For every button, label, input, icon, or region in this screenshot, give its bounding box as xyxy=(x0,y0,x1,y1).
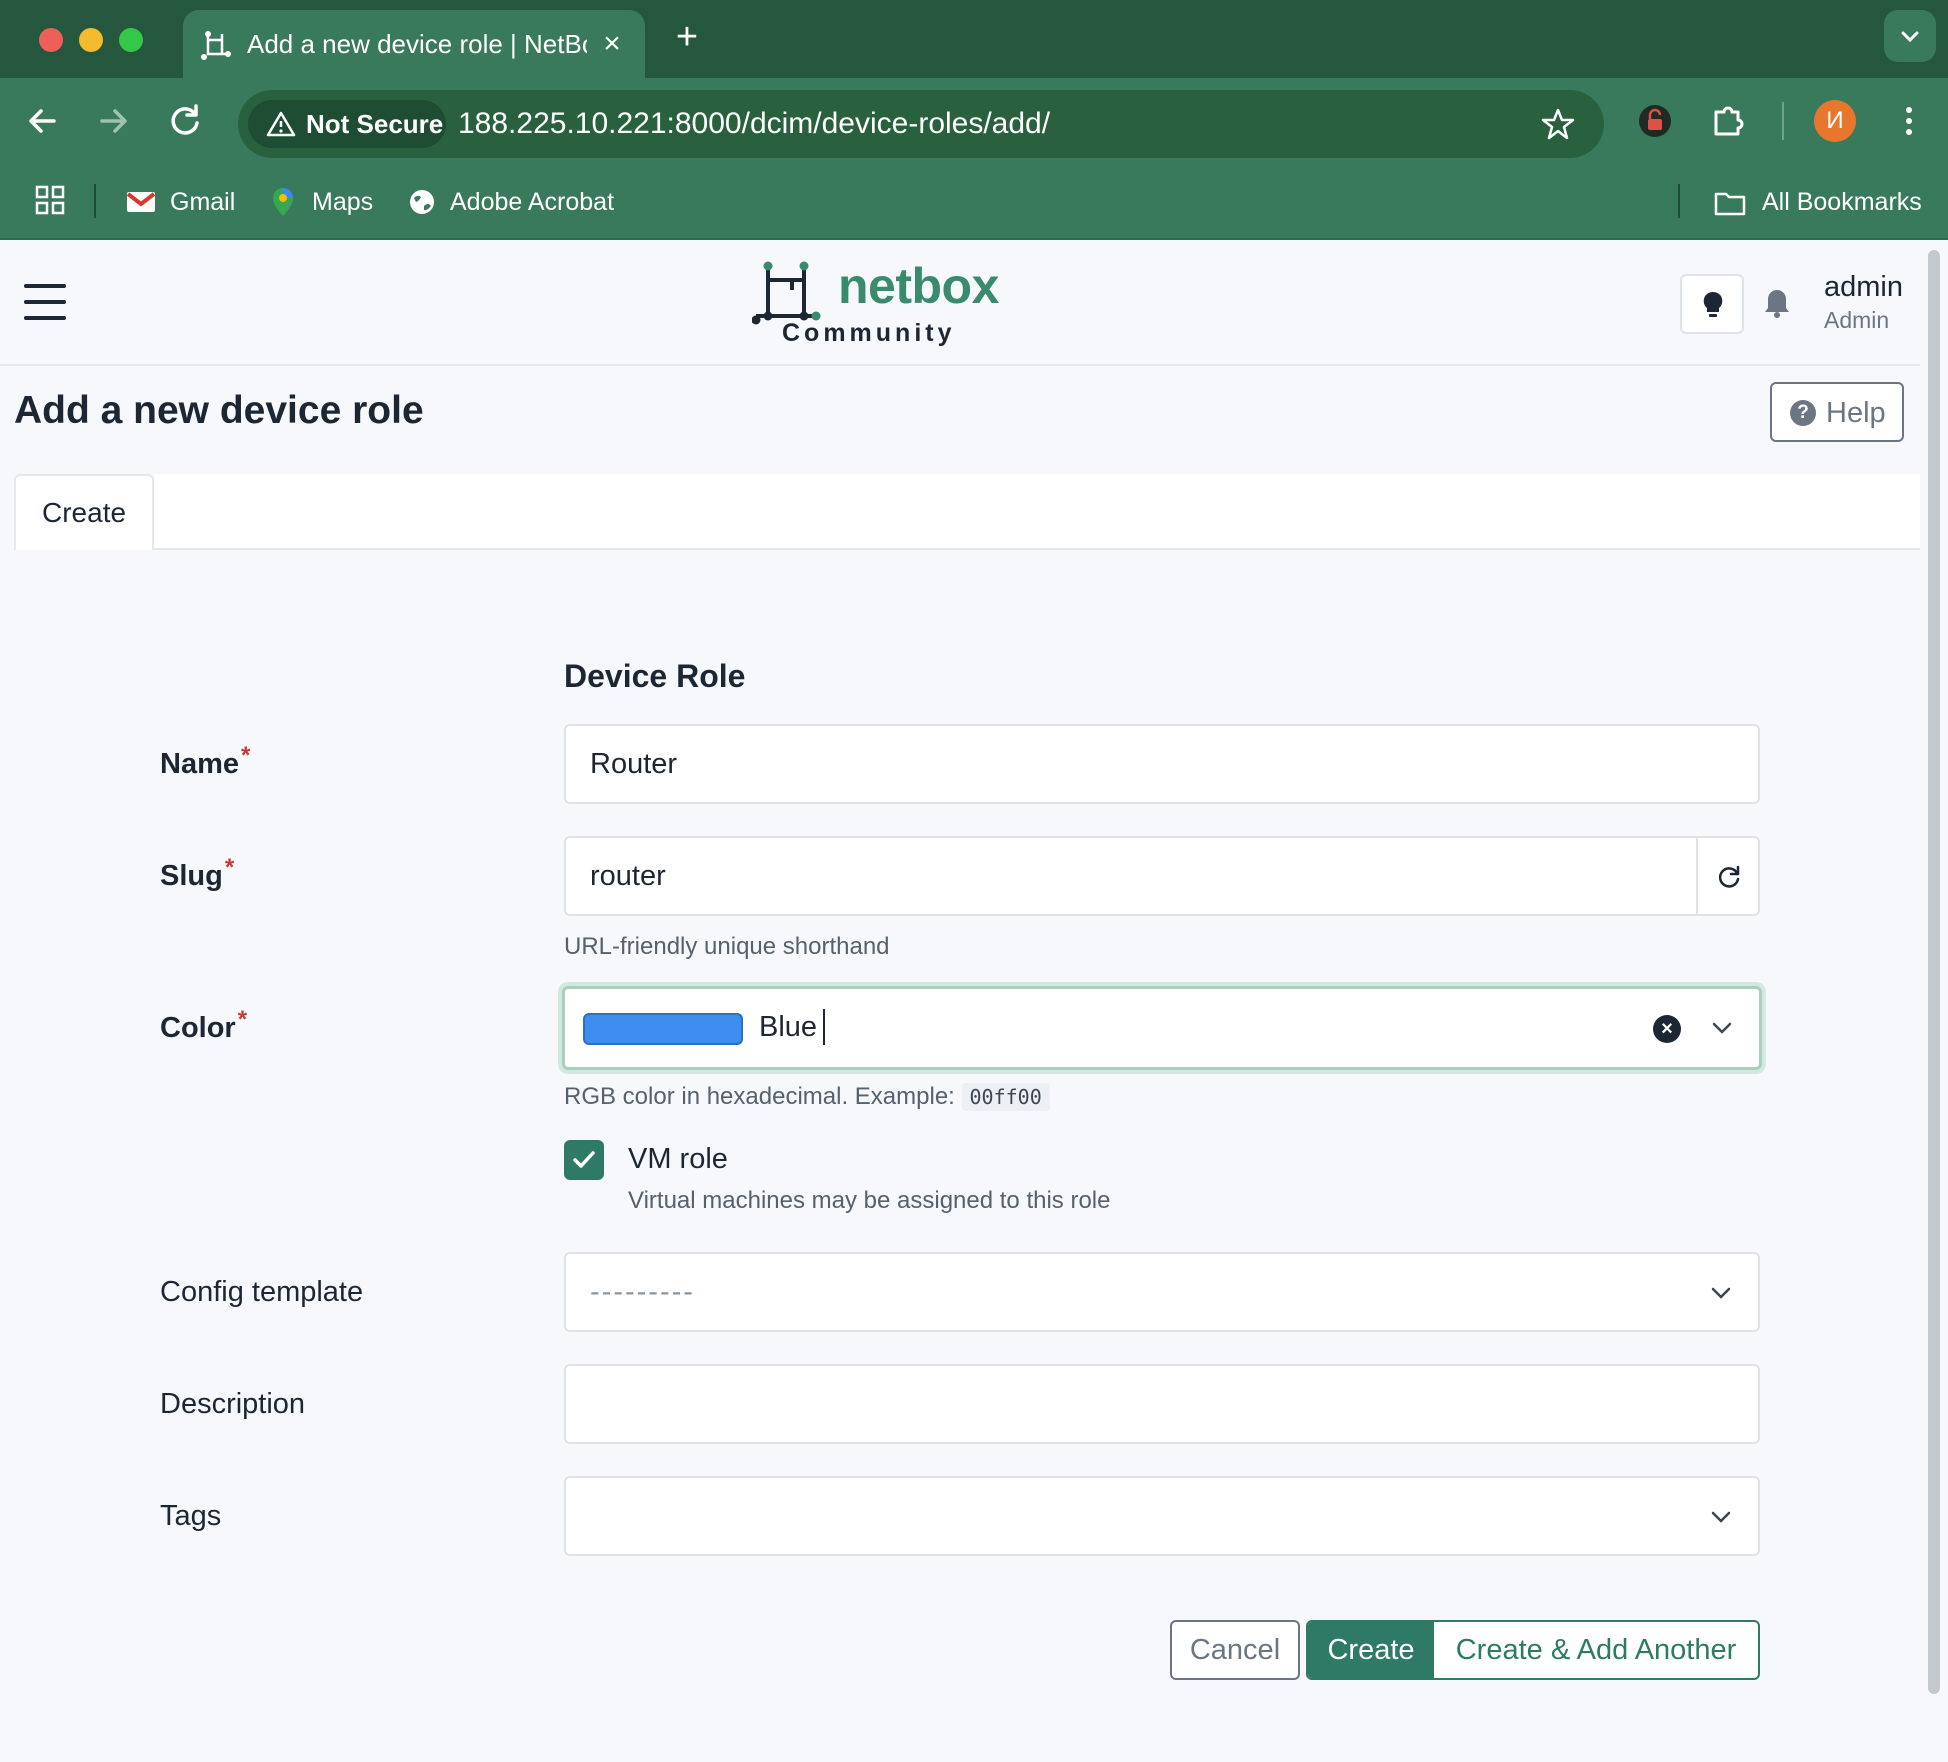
color-swatch xyxy=(583,1013,743,1045)
folder-icon xyxy=(1714,192,1746,216)
slug-input[interactable]: router xyxy=(564,836,1760,916)
name-label: Name* xyxy=(160,742,251,780)
bookmark-star-icon[interactable] xyxy=(1540,106,1576,142)
address-bar[interactable]: Not Secure 188.225.10.221:8000/dcim/devi… xyxy=(238,90,1604,158)
new-tab-button[interactable]: + xyxy=(668,18,706,56)
cancel-button[interactable]: Cancel xyxy=(1170,1620,1300,1680)
clear-selection-icon[interactable]: × xyxy=(1653,1015,1681,1043)
bookmarks-bar: Gmail Maps Adobe Acrobat All Bookmarks xyxy=(0,164,1948,240)
slug-label: Slug* xyxy=(160,854,235,892)
tags-label: Tags xyxy=(160,1500,222,1532)
netbox-favicon-icon xyxy=(201,31,231,60)
extension-lock-icon[interactable] xyxy=(1632,98,1678,144)
refresh-icon xyxy=(1718,865,1740,888)
color-label: Color* xyxy=(160,1006,248,1044)
gmail-icon xyxy=(126,192,156,212)
chevron-down-icon[interactable] xyxy=(1708,1504,1734,1530)
name-input[interactable]: Router xyxy=(564,724,1760,804)
config-template-select[interactable]: --------- xyxy=(564,1252,1760,1332)
browser-toolbar: Not Secure 188.225.10.221:8000/dcim/devi… xyxy=(0,78,1948,164)
netbox-logo-icon xyxy=(752,261,821,325)
menu-toggle-button[interactable] xyxy=(24,284,66,320)
bookmark-adobe-label: Adobe Acrobat xyxy=(450,188,615,216)
bookmark-divider-right xyxy=(1678,184,1680,218)
tab-create[interactable]: Create xyxy=(14,474,154,550)
slug-help-text: URL-friendly unique shorthand xyxy=(564,933,890,960)
logo-wordmark: netbox xyxy=(838,258,999,314)
browser-tab-active[interactable]: Add a new device role | NetBox × xyxy=(183,10,645,78)
config-template-label: Config template xyxy=(160,1276,364,1308)
user-name[interactable]: admin xyxy=(1824,270,1903,304)
tabs-bar xyxy=(154,474,1920,550)
help-button[interactable]: ? Help xyxy=(1770,382,1904,442)
notifications-bell-icon[interactable] xyxy=(1760,286,1794,320)
not-secure-badge[interactable]: Not Secure xyxy=(248,100,446,148)
netbox-page: netbox Community admin Admin Add a new d… xyxy=(0,240,1920,1762)
forward-arrow-icon[interactable] xyxy=(90,98,136,144)
globe-icon xyxy=(410,190,434,214)
url-text[interactable]: 188.225.10.221:8000/dcim/device-roles/ad… xyxy=(458,106,1050,142)
tab-title: Add a new device role | NetBox xyxy=(247,29,587,59)
name-input-value: Router xyxy=(590,748,678,780)
browser-menu-icon[interactable] xyxy=(1886,98,1932,144)
bookmark-divider xyxy=(94,184,96,218)
regenerate-slug-button[interactable] xyxy=(1696,838,1758,914)
browser-tab-strip: Add a new device role | NetBox × + xyxy=(0,0,1948,78)
user-role: Admin xyxy=(1824,307,1890,333)
app-header: netbox Community admin Admin xyxy=(0,240,1920,366)
tab-create-label: Create xyxy=(42,497,127,528)
description-input[interactable] xyxy=(564,1364,1760,1444)
netbox-logo[interactable]: netbox Community xyxy=(752,256,1002,352)
vm-role-checkbox[interactable] xyxy=(564,1140,604,1180)
checkmark-icon xyxy=(573,1151,595,1168)
all-bookmarks-label: All Bookmarks xyxy=(1762,188,1922,216)
page-title: Add a new device role xyxy=(14,389,424,432)
window-maximize-button[interactable] xyxy=(119,28,143,52)
color-example-code: 00ff00 xyxy=(961,1083,1050,1111)
vm-role-label[interactable]: VM role xyxy=(628,1140,728,1178)
vm-role-help-text: Virtual machines may be assigned to this… xyxy=(628,1187,1111,1214)
section-title: Device Role xyxy=(564,658,746,694)
back-arrow-icon[interactable] xyxy=(20,98,66,144)
question-circle-icon: ? xyxy=(1790,400,1816,426)
page-scrollbar[interactable] xyxy=(1928,250,1940,1694)
slug-input-value: router xyxy=(590,860,666,892)
extensions-puzzle-icon[interactable] xyxy=(1706,98,1752,144)
create-button[interactable]: Create xyxy=(1308,1622,1434,1678)
window-minimize-button[interactable] xyxy=(79,28,103,52)
bookmark-gmail-label: Gmail xyxy=(170,188,236,216)
description-label: Description xyxy=(160,1388,306,1420)
help-button-label: Help xyxy=(1826,397,1886,429)
color-select[interactable]: Blue × xyxy=(562,986,1762,1070)
text-cursor xyxy=(823,1009,825,1045)
window-close-button[interactable] xyxy=(39,28,63,52)
toolbar-divider xyxy=(1782,102,1784,140)
warning-icon xyxy=(266,111,296,137)
chevron-down-icon[interactable] xyxy=(1709,1015,1735,1041)
required-marker: * xyxy=(241,742,251,769)
tips-button[interactable] xyxy=(1680,274,1744,334)
required-marker: * xyxy=(224,854,235,881)
bookmark-maps-label: Maps xyxy=(312,188,374,216)
apps-grid-icon[interactable] xyxy=(34,184,66,216)
tags-select[interactable] xyxy=(564,1476,1760,1556)
maps-icon xyxy=(273,188,293,216)
color-select-value: Blue xyxy=(759,1011,818,1043)
config-template-placeholder: --------- xyxy=(590,1276,695,1308)
create-and-add-another-button[interactable]: Create & Add Another xyxy=(1434,1622,1758,1678)
tab-close-icon[interactable]: × xyxy=(595,27,629,61)
lightbulb-icon xyxy=(1703,291,1723,317)
color-help-text: RGB color in hexadecimal. Example: 00ff0… xyxy=(564,1082,1050,1112)
tab-search-button[interactable] xyxy=(1884,10,1936,62)
required-marker: * xyxy=(237,1006,248,1033)
logo-edition: Community xyxy=(782,319,956,347)
chevron-down-icon[interactable] xyxy=(1708,1280,1734,1306)
create-button-group: Create Create & Add Another xyxy=(1306,1620,1760,1680)
profile-avatar[interactable]: И xyxy=(1814,100,1856,142)
reload-icon[interactable] xyxy=(162,98,208,144)
chevron-down-icon xyxy=(1901,31,1919,43)
not-secure-label: Not Secure xyxy=(306,109,444,139)
device-role-form: Device Role Name* Router Slug* router UR… xyxy=(0,550,1920,1762)
